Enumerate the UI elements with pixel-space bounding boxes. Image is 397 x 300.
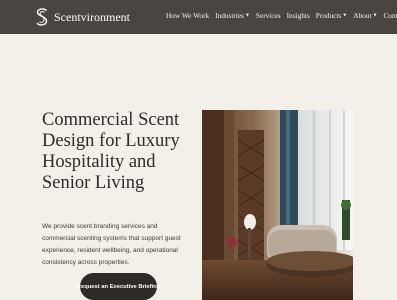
- nav-label: Industries: [215, 11, 244, 20]
- nav-item-services[interactable]: Services: [256, 11, 281, 20]
- nav-label: About: [353, 11, 372, 20]
- nav-item-products[interactable]: Products ▼: [316, 11, 348, 20]
- brand-logo[interactable]: Scentvironment: [34, 7, 130, 27]
- chevron-down-icon: ▼: [244, 13, 250, 19]
- nav-label: Contact: [383, 11, 397, 20]
- nav-label: Services: [255, 11, 281, 20]
- chevron-down-icon: ▼: [372, 13, 378, 19]
- hero-image-hotel-lobby: [202, 110, 353, 300]
- s-monogram-icon: [36, 8, 48, 26]
- hero-description: We provide scent branding services and c…: [42, 223, 181, 266]
- nav-item-contact[interactable]: Contact: [383, 11, 397, 20]
- nav-label: How We Work: [166, 11, 210, 20]
- nav-item-how-we-work[interactable]: How We Work: [166, 11, 209, 20]
- hero-title: Commercial Scent Design for Luxury Hospi…: [42, 110, 180, 193]
- chevron-down-icon: ▼: [342, 13, 348, 19]
- nav-item-about[interactable]: About ▼: [353, 11, 377, 20]
- lobby-photo: [202, 110, 353, 300]
- nav-item-industries[interactable]: Industries ▼: [215, 11, 250, 20]
- top-navbar: Scentvironment How We Work Industries ▼ S…: [0, 0, 397, 34]
- request-briefing-button[interactable]: Request an Executive Briefing: [77, 273, 160, 300]
- nav-label: Products: [315, 11, 342, 20]
- nav-label: Insights: [286, 11, 310, 20]
- brand-name: Scentvironment: [54, 9, 130, 24]
- nav-item-insights[interactable]: Insights: [287, 11, 310, 20]
- main-nav: How We Work Industries ▼ Services Insight…: [166, 11, 397, 20]
